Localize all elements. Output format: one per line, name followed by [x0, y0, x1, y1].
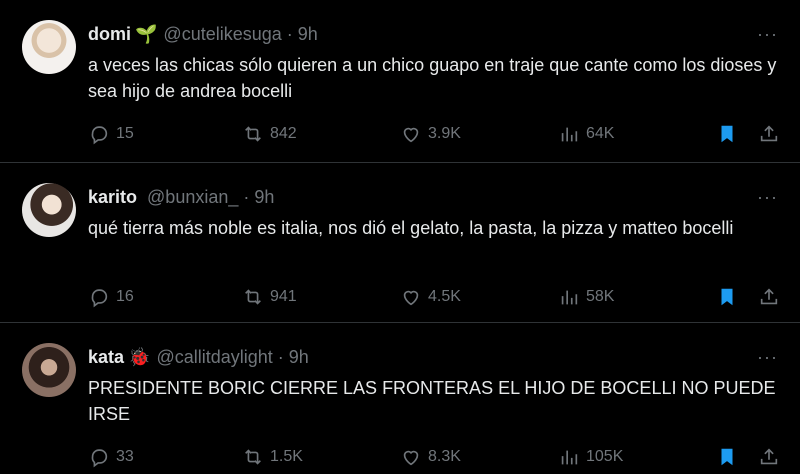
separator-dot: ·: [243, 187, 250, 207]
bookmark-button[interactable]: [716, 283, 738, 311]
name-emoji: 🐞: [128, 347, 151, 367]
like-icon: [403, 450, 419, 466]
share-button[interactable]: [758, 443, 780, 471]
views-icon: [561, 127, 578, 142]
reply-icon: [91, 449, 108, 468]
author-handle[interactable]: @callitdaylight: [156, 345, 272, 369]
like-button[interactable]: 4.5K: [400, 283, 461, 311]
tweet-actions: 15 842 3.9K 64K: [88, 120, 788, 148]
like-button[interactable]: 8.3K: [400, 443, 461, 471]
reply-button[interactable]: 33: [88, 443, 134, 471]
avatar[interactable]: [22, 20, 76, 74]
retweet-icon: [245, 289, 261, 305]
views-count: 58K: [586, 288, 615, 305]
tweet-actions: 16 941 4.5K 58K: [88, 283, 788, 311]
name-emoji: 🌱: [135, 24, 158, 44]
tweet-text: a veces las chicas sólo quieren a un chi…: [88, 55, 777, 101]
reply-button[interactable]: 15: [88, 120, 134, 148]
avatar[interactable]: [22, 183, 76, 237]
tweet-text: qué tierra más noble es italia, nos dió …: [88, 218, 734, 238]
share-button[interactable]: [758, 283, 780, 311]
retweet-count: 1.5K: [270, 448, 303, 465]
avatar[interactable]: [22, 343, 76, 397]
retweet-count: 842: [270, 125, 297, 142]
share-icon: [760, 125, 778, 142]
reply-count: 15: [116, 125, 134, 142]
reply-button[interactable]: 16: [88, 283, 134, 311]
timeline-feed: domi 🌱 @cutelikesuga · 9h ··· a veces la…: [0, 0, 800, 474]
retweet-count: 941: [270, 288, 297, 305]
author-handle[interactable]: @bunxian_: [147, 185, 238, 209]
reply-count: 33: [116, 448, 134, 465]
bookmark-button[interactable]: [716, 120, 738, 148]
bookmark-button[interactable]: [716, 443, 738, 471]
tweet-actions: 33 1.5K 8.3K 105K: [88, 443, 788, 471]
tweet-text: PRESIDENTE BORIC CIERRE LAS FRONTERAS EL…: [88, 378, 776, 424]
retweet-icon: [245, 449, 261, 465]
more-icon[interactable]: ···: [757, 187, 778, 208]
tweet[interactable]: kata 🐞 @callitdaylight · 9h ··· PRESIDEN…: [0, 323, 800, 474]
tweet-header: karito @bunxian_ · 9h: [88, 185, 274, 209]
timestamp[interactable]: 9h: [254, 185, 274, 209]
like-icon: [403, 127, 419, 143]
retweet-button[interactable]: 1.5K: [242, 443, 303, 471]
reply-icon: [91, 126, 108, 145]
views-button[interactable]: 58K: [558, 283, 614, 311]
more-icon[interactable]: ···: [757, 347, 778, 368]
retweet-icon: [245, 126, 261, 142]
retweet-button[interactable]: 842: [242, 120, 297, 148]
views-button[interactable]: 64K: [558, 120, 614, 148]
like-button[interactable]: 3.9K: [400, 120, 461, 148]
share-button[interactable]: [758, 120, 780, 148]
author-handle[interactable]: @cutelikesuga: [163, 22, 281, 46]
bookmark-icon: [721, 288, 733, 306]
timestamp[interactable]: 9h: [298, 22, 318, 46]
tweet[interactable]: domi 🌱 @cutelikesuga · 9h ··· a veces la…: [0, 0, 800, 163]
separator-dot: ·: [286, 24, 293, 44]
author-name[interactable]: kata: [88, 345, 124, 369]
tweet-header: kata 🐞 @callitdaylight · 9h: [88, 345, 309, 369]
author-name[interactable]: karito: [88, 185, 137, 209]
like-count: 4.5K: [428, 288, 461, 305]
bookmark-icon: [721, 448, 733, 466]
author-name[interactable]: domi: [88, 22, 131, 46]
views-icon: [561, 290, 578, 305]
tweet-header: domi 🌱 @cutelikesuga · 9h: [88, 22, 318, 46]
like-count: 3.9K: [428, 125, 461, 142]
views-icon: [561, 450, 578, 465]
like-icon: [403, 290, 419, 306]
tweet[interactable]: karito @bunxian_ · 9h ··· qué tierra más…: [0, 163, 800, 323]
views-button[interactable]: 105K: [558, 443, 623, 471]
timestamp[interactable]: 9h: [289, 345, 309, 369]
reply-icon: [91, 289, 108, 308]
share-icon: [760, 288, 778, 305]
separator-dot: ·: [277, 347, 284, 367]
views-count: 64K: [586, 125, 615, 142]
reply-count: 16: [116, 288, 134, 305]
bookmark-icon: [721, 125, 733, 143]
more-icon[interactable]: ···: [757, 24, 778, 45]
views-count: 105K: [586, 448, 624, 465]
retweet-button[interactable]: 941: [242, 283, 297, 311]
share-icon: [760, 448, 778, 465]
like-count: 8.3K: [428, 448, 461, 465]
